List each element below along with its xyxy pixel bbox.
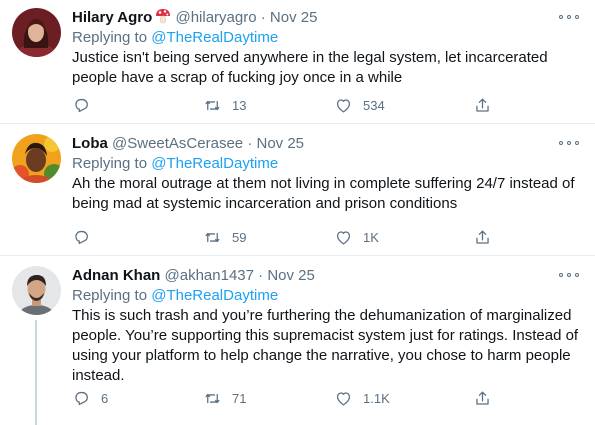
tweet-header: Loba @SweetAsCerasee · Nov 25 [72,134,579,154]
mention-link[interactable]: @TheRealDaytime [151,155,278,172]
tweet-text: This is such trash and you’re furthering… [72,307,579,384]
share-icon [476,98,489,112]
replying-to: Replying to @TheRealDaytime [72,28,579,48]
retweet-count: 59 [232,229,247,245]
display-name[interactable]: Adnan Khan [72,267,160,284]
replying-to: Replying to @TheRealDaytime [72,154,579,174]
like-count: 534 [363,97,385,113]
heart-icon [336,391,351,405]
mention-link[interactable]: @TheRealDaytime [151,287,278,304]
reply-icon [75,391,88,405]
avatar[interactable] [12,266,61,315]
retweet-icon [205,100,220,110]
mushroom-emoji-icon [155,8,171,30]
reply-button[interactable] [72,94,101,116]
retweet-button[interactable]: 59 [203,226,246,248]
tweet-date[interactable]: Nov 25 [256,135,304,152]
reply-feed: Hilary Agro @hilaryagro · Nov 25 Replyin… [0,0,595,425]
tweet-date[interactable]: Nov 25 [267,267,315,284]
share-button[interactable] [473,387,492,409]
tweet-actions: 59 1K [72,226,492,248]
reply-icon [75,230,88,244]
replying-to: Replying to @TheRealDaytime [72,286,579,306]
retweet-button[interactable]: 71 [203,387,246,409]
share-button[interactable] [473,94,492,116]
share-icon [476,391,489,405]
avatar[interactable] [12,8,61,57]
like-count: 1.1K [363,390,390,406]
retweet-count: 13 [232,97,247,113]
reply-tweet-hilary[interactable]: Hilary Agro @hilaryagro · Nov 25 Replyin… [0,0,595,124]
reply-button[interactable] [72,226,101,248]
reply-tweet-adnan[interactable]: Adnan Khan @akhan1437 · Nov 25 Replying … [0,256,595,425]
tweet-actions: 13 534 [72,94,492,116]
reply-tweet-loba[interactable]: Loba @SweetAsCerasee · Nov 25 Replying t… [0,124,595,256]
like-button[interactable]: 534 [334,94,385,116]
more-options-icon[interactable] [559,10,579,24]
tweet-header: Adnan Khan @akhan1437 · Nov 25 [72,266,579,286]
separator-dot: · [260,9,266,26]
share-button[interactable] [473,226,492,248]
separator-dot: · [258,267,264,284]
user-handle[interactable]: @akhan1437 [165,267,254,284]
mention-link[interactable]: @TheRealDaytime [151,29,278,46]
tweet-text: Justice isn't being served anywhere in t… [72,49,548,86]
replying-to-label: Replying to [72,287,152,304]
reply-count: 6 [101,390,109,406]
retweet-icon [205,393,220,403]
heart-icon [336,98,351,112]
retweet-button[interactable]: 13 [203,94,246,116]
tweet-actions: 6 71 1.1K [72,387,492,409]
tweet-text: Ah the moral outrage at them not living … [72,175,575,212]
tweet-date[interactable]: Nov 25 [270,9,318,26]
user-handle[interactable]: @hilaryagro [175,9,256,26]
share-icon [476,230,489,244]
retweet-count: 71 [232,390,247,406]
more-options-icon[interactable] [559,268,579,282]
display-name[interactable]: Hilary Agro [72,9,152,26]
reply-button[interactable]: 6 [72,387,108,409]
retweet-icon [205,232,220,242]
separator-dot: · [247,135,253,152]
like-button[interactable]: 1.1K [334,387,390,409]
user-handle[interactable]: @SweetAsCerasee [112,135,243,152]
replying-to-label: Replying to [72,29,152,46]
reply-icon [75,98,88,112]
display-name[interactable]: Loba [72,135,108,152]
thread-line [35,320,37,425]
replying-to-label: Replying to [72,155,152,172]
avatar[interactable] [12,134,61,183]
like-count: 1K [363,229,379,245]
more-options-icon[interactable] [559,136,579,150]
heart-icon [336,230,351,244]
tweet-header: Hilary Agro @hilaryagro · Nov 25 [72,8,579,28]
like-button[interactable]: 1K [334,226,379,248]
